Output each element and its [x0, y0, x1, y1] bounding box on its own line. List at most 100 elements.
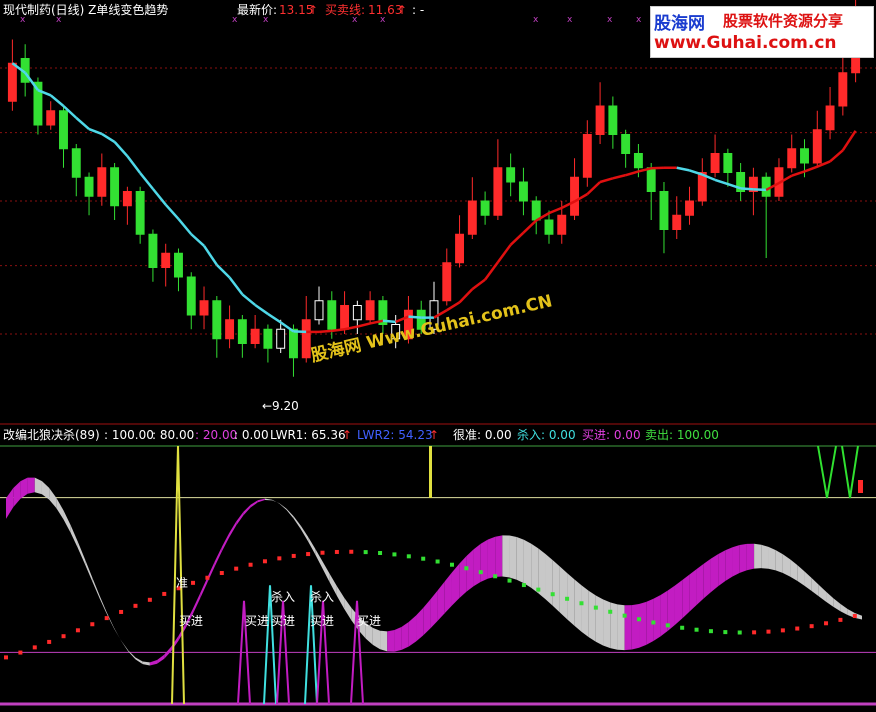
candle-body — [212, 300, 222, 340]
oscillator-band-segment — [545, 553, 553, 606]
trend-dot — [334, 549, 339, 554]
candle-body — [672, 214, 682, 230]
trend-line-segment — [151, 188, 167, 206]
candle-body — [531, 200, 541, 221]
trend-dot — [291, 553, 296, 558]
candle-body — [276, 328, 286, 349]
oscillator-band-segment — [416, 607, 424, 642]
candle-body — [263, 328, 273, 349]
candle-body — [225, 319, 235, 340]
oscillator-band-segment — [135, 657, 143, 665]
oscillator-band-segment — [703, 558, 711, 599]
signal-label-sharu: 杀入 — [271, 590, 296, 604]
oscillator-band-segment — [674, 580, 683, 625]
candle-body — [97, 167, 107, 197]
marker-icon: x — [636, 15, 642, 25]
oscillator-band-segment — [250, 500, 258, 508]
candle-body — [800, 148, 809, 164]
trend-dot — [651, 620, 656, 625]
oscillator-band-segment — [451, 563, 460, 606]
candle-body — [71, 148, 81, 178]
candle-body — [46, 110, 56, 126]
trend-line-segment — [625, 170, 639, 177]
trend-dot — [392, 552, 397, 557]
oscillator-band-segment — [34, 477, 42, 495]
candle-body — [442, 262, 452, 302]
trend-dot — [536, 587, 541, 592]
oscillator-band-segment — [552, 560, 560, 613]
trend-dot — [75, 628, 80, 633]
oscillator-band-segment — [660, 590, 668, 637]
trend-dot — [637, 617, 642, 622]
trend-line-segment — [331, 328, 345, 333]
oscillator-band-segment — [394, 626, 402, 652]
trend-line-segment — [612, 173, 626, 180]
oscillator-band-segment — [20, 477, 28, 499]
indicator-name: 改编北狼决杀(89) — [3, 428, 100, 442]
chart-window: xxxxxxxxxx 现代制药(日线) Z单线变色趋势 最新价: 13.15 ↑… — [0, 0, 876, 712]
oscillator-band-segment — [221, 533, 229, 552]
oscillator-band-segment — [761, 544, 769, 569]
trend-line-segment — [164, 203, 180, 220]
candle-body — [659, 191, 669, 230]
oscillator-band-segment — [595, 595, 604, 646]
trend-dot — [162, 591, 167, 596]
trend-dot — [665, 623, 670, 628]
trend-line-segment — [791, 170, 805, 177]
oscillator-band-segment — [92, 577, 100, 599]
candle-body — [352, 305, 362, 321]
trend-line-segment — [357, 322, 371, 328]
chart-canvas[interactable]: xxxxxxxxxx — [0, 0, 876, 712]
trend-dot — [766, 629, 771, 634]
oscillator-band-segment — [639, 601, 647, 648]
trend-line-segment — [101, 132, 116, 143]
oscillator-band-segment — [430, 590, 438, 629]
candle-body — [301, 319, 311, 359]
up-arrow-icon: ↑ — [308, 3, 319, 17]
oscillator-band-segment — [56, 497, 64, 520]
signal-label-maijin: 买进 — [179, 614, 204, 628]
candle-body — [646, 167, 656, 192]
trend-line-segment — [509, 231, 525, 246]
oscillator-band-segment — [372, 627, 381, 650]
trend-dot — [550, 592, 555, 597]
lwr1-value: LWR1: 65.36 — [270, 428, 346, 442]
oscillator-band-segment — [13, 481, 21, 508]
trend-line-segment — [804, 165, 818, 173]
candle-body — [570, 176, 579, 216]
trend-dot — [435, 559, 440, 564]
oscillator-band-segment — [797, 565, 805, 586]
oscillator-band-segment — [113, 627, 122, 641]
trend-line-segment — [714, 178, 729, 186]
oscillator-band-segment — [49, 487, 57, 509]
oscillator-band-segment — [257, 498, 265, 503]
oscillator-band-segment — [631, 603, 640, 650]
oscillator-band-segment — [826, 591, 834, 607]
candle-body — [455, 233, 465, 264]
oscillator-band-segment — [27, 477, 35, 494]
trend-dot — [507, 578, 512, 583]
level-0-value: : 0.00 — [234, 428, 269, 442]
candle-body — [582, 134, 592, 178]
oscillator-band-segment — [559, 566, 568, 620]
oscillator-band-segment — [63, 510, 71, 534]
oscillator-band-segment — [308, 536, 316, 555]
oscillator-band-segment — [387, 630, 395, 652]
oscillator-band-segment — [617, 604, 625, 651]
trend-dot — [90, 622, 95, 627]
trend-line-segment — [75, 116, 90, 131]
site-logo: 股海网 股票软件资源分享 www.Guhai.com.cn — [650, 6, 874, 58]
signal-label-maijin: 买进 — [357, 614, 382, 628]
trend-dot — [277, 556, 282, 561]
trend-line-segment — [586, 181, 601, 196]
oscillator-band-segment — [272, 499, 280, 504]
trend-dot — [579, 601, 584, 606]
candle-body — [544, 219, 554, 235]
trend-dot — [608, 609, 613, 614]
trend-dot — [593, 605, 598, 610]
trend-line-segment — [496, 244, 512, 263]
trend-dot — [47, 639, 52, 644]
oscillator-band-segment — [408, 615, 417, 647]
candle-body — [135, 191, 145, 235]
oscillator-band-segment — [344, 597, 352, 621]
